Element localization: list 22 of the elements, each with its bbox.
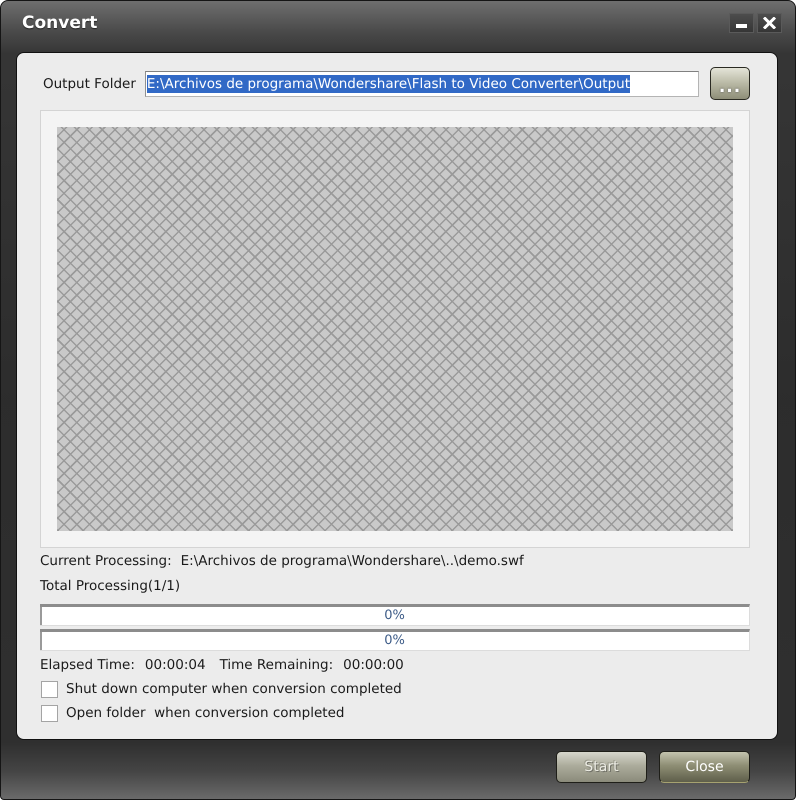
minimize-icon <box>736 24 747 28</box>
checkbox[interactable] <box>41 680 58 698</box>
checkbox-label: Shut down computer when conversion completed <box>66 681 402 697</box>
time-label: Elapsed Time: <box>40 657 135 673</box>
window-close-button[interactable] <box>757 13 782 33</box>
checkbox-label: Open folder when conversion completed <box>66 705 344 721</box>
current-processing-label: Current Processing: <box>40 553 172 569</box>
close-icon <box>763 17 776 29</box>
checkbox[interactable] <box>41 704 58 722</box>
output-folder-field[interactable]: E:\Archivos de programa\Wondershare\Flash to Video Converter\Output <box>144 70 699 96</box>
progress-reading: 0% <box>384 633 405 649</box>
time-value: 00:00:00 <box>343 657 404 673</box>
time-label: Time Remaining: <box>220 657 334 673</box>
minimize-button[interactable] <box>729 13 754 33</box>
close-button[interactable]: Close <box>659 750 750 782</box>
total-processing-label: Total Processing(1/1) <box>40 578 180 594</box>
current-processing-path: E:\Archivos de programa\Wondershare\..\demo.swf <box>180 553 524 569</box>
window-title: Convert <box>22 13 98 33</box>
progress-reading: 0% <box>384 608 405 624</box>
time-value: 00:00:04 <box>144 657 206 673</box>
browse-button[interactable]: ... <box>710 67 750 100</box>
output-folder-label: Output Folder <box>43 76 136 92</box>
